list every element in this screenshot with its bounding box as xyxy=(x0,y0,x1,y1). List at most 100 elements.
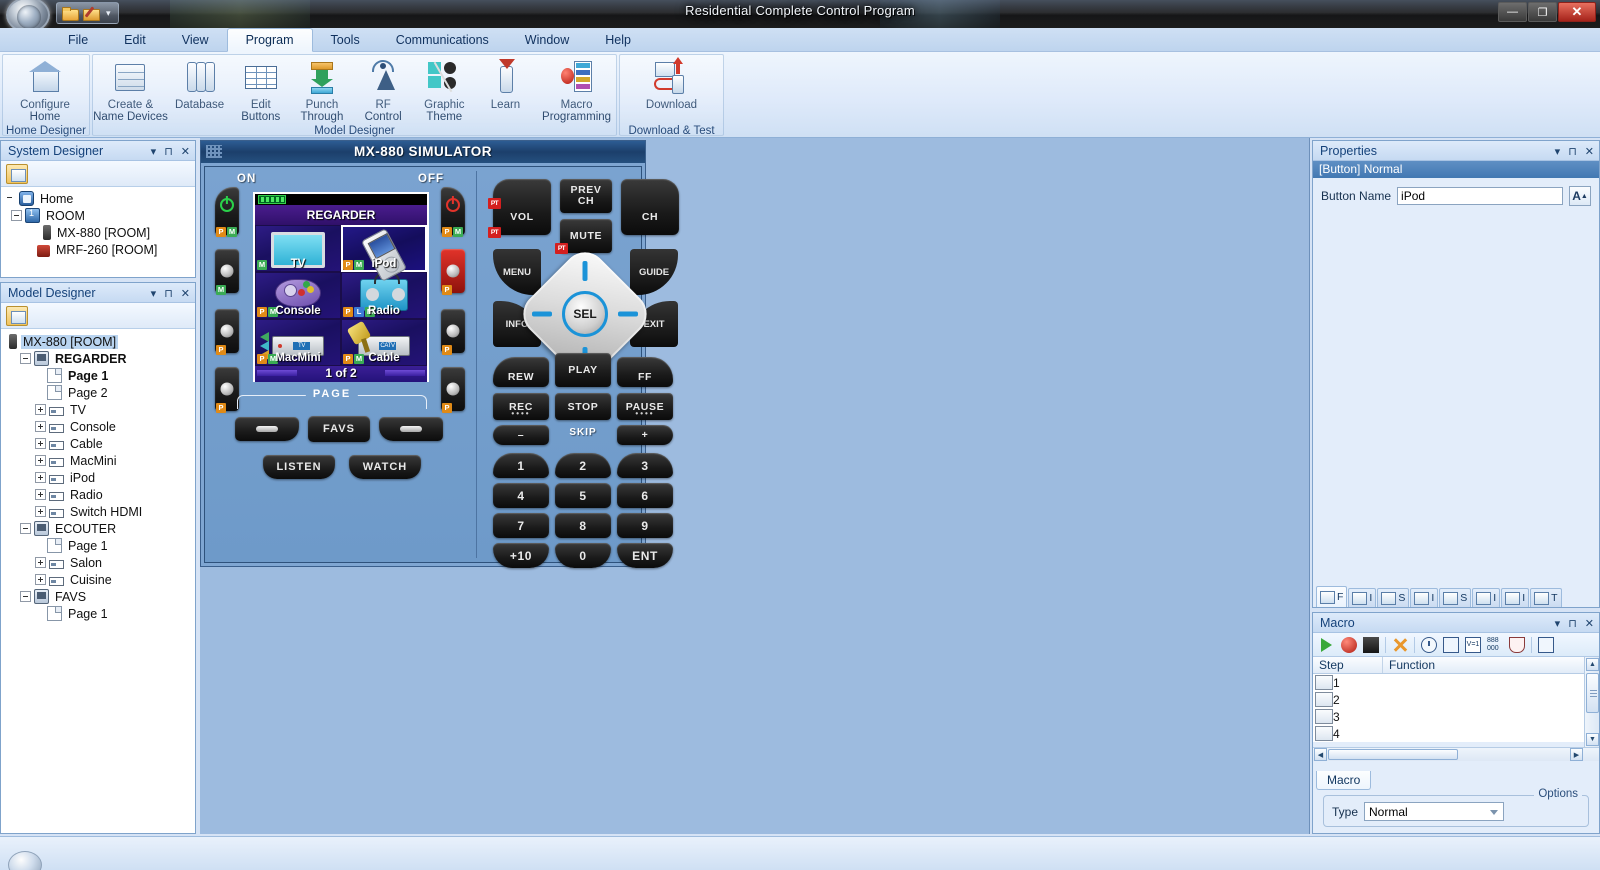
edit-buttons-button[interactable]: Edit Buttons xyxy=(230,54,291,123)
expand-toggle[interactable] xyxy=(35,421,46,432)
scroll-thumb[interactable] xyxy=(1586,673,1599,713)
tree-item[interactable]: Salon xyxy=(5,554,195,571)
learn-button[interactable]: Learn xyxy=(475,54,536,111)
expand-toggle[interactable] xyxy=(35,472,46,483)
lcd-button-cable[interactable]: CATV P M Cable xyxy=(341,319,427,366)
close-icon[interactable]: ✕ xyxy=(181,287,190,300)
expand-toggle[interactable] xyxy=(35,438,46,449)
play-button[interactable]: PLAY xyxy=(555,353,611,387)
select-button[interactable]: SEL xyxy=(562,291,608,337)
expand-toggle[interactable] xyxy=(35,557,46,568)
panel-menu-icon[interactable]: ▾ xyxy=(151,287,157,300)
channel-rocker[interactable]: CH xyxy=(621,179,679,235)
lcd-button-console[interactable]: P M Console xyxy=(255,272,341,319)
create-name-devices-button[interactable]: Create & Name Devices xyxy=(92,54,169,123)
power-off-button[interactable]: PM xyxy=(441,187,465,237)
key-6[interactable]: 6 xyxy=(617,483,673,508)
properties-tab-rf[interactable]: I xyxy=(1410,588,1439,607)
macro-grid[interactable]: Step Function 1 2 3 4 ▲ ▼ xyxy=(1313,657,1599,747)
tree-item[interactable]: Console xyxy=(5,418,195,435)
tree-item[interactable]: Page 1 xyxy=(5,605,195,622)
properties-tab-image[interactable]: I xyxy=(1472,588,1501,607)
panel-menu-icon[interactable]: ▾ xyxy=(151,145,157,158)
favs-button[interactable]: FAVS xyxy=(308,416,370,442)
hourglass-icon[interactable] xyxy=(1538,636,1554,653)
database-button[interactable]: Database xyxy=(169,54,230,111)
power-on-button[interactable]: PM xyxy=(215,187,239,237)
expand-toggle[interactable] xyxy=(35,489,46,500)
expand-toggle[interactable] xyxy=(35,455,46,466)
pin-icon[interactable]: ⊓ xyxy=(1568,617,1577,630)
window-controls[interactable]: — ❐ ✕ xyxy=(1498,2,1596,22)
button-name-input[interactable] xyxy=(1397,187,1563,205)
scroll-right-arrow[interactable]: ▶ xyxy=(1570,748,1583,761)
lcd-button-ipod[interactable]: P MiPod xyxy=(341,225,427,282)
tree-item[interactable]: iPod xyxy=(5,469,195,486)
key-0[interactable]: 0 xyxy=(555,543,611,568)
key-1[interactable]: 1 xyxy=(493,453,549,478)
tree-item-home[interactable]: Home xyxy=(5,190,195,207)
pin-icon[interactable]: ⊓ xyxy=(164,145,173,158)
macro-row-list[interactable]: 1 2 3 4 xyxy=(1313,674,1599,742)
expand-toggle[interactable] xyxy=(35,574,46,585)
macro-vertical-scrollbar[interactable]: ▲ ▼ xyxy=(1584,657,1599,747)
key-ENT[interactable]: ENT xyxy=(617,543,673,568)
lcd-screen[interactable]: REGARDER M TV P MiPod P M Console P L M Radio TV P M M… xyxy=(253,192,429,382)
tree-item-mx880[interactable]: MX-880 [ROOM] xyxy=(5,224,195,241)
volume-rocker[interactable]: VOL xyxy=(493,179,551,235)
download-button[interactable]: Download xyxy=(627,54,717,111)
close-icon[interactable]: ✕ xyxy=(181,145,190,158)
macro-programming-button[interactable]: Macro Programming xyxy=(536,54,617,123)
close-button[interactable]: ✕ xyxy=(1558,2,1596,22)
menu-view[interactable]: View xyxy=(164,28,227,52)
key-3[interactable]: 3 xyxy=(617,453,673,478)
system-designer-tree[interactable]: Home ROOM MX-880 [ROOM] MRF-260 [ROOM] xyxy=(1,187,195,277)
menu-edit[interactable]: Edit xyxy=(106,28,164,52)
hscroll-thumb[interactable] xyxy=(1328,749,1458,760)
key-7[interactable]: 7 xyxy=(493,513,549,538)
properties-tab-row[interactable]: FISISIIT xyxy=(1313,585,1562,607)
key-plus10[interactable]: +10 xyxy=(493,543,549,568)
watch-button[interactable]: WATCH xyxy=(349,455,421,479)
punch-through-button[interactable]: Punch Through xyxy=(291,54,352,123)
numbers-icon[interactable]: 888 000 xyxy=(1487,637,1503,653)
ff-button[interactable]: FF xyxy=(617,357,673,387)
delay-icon[interactable] xyxy=(1421,636,1437,653)
expand-toggle[interactable] xyxy=(20,591,31,602)
font-button[interactable]: A ▲ xyxy=(1569,186,1591,206)
pause-button[interactable]: PAUSE •••• xyxy=(617,393,673,420)
macro-row[interactable]: 3 xyxy=(1313,708,1599,725)
tree-item[interactable]: Page 1 xyxy=(5,367,195,384)
model-designer-tree[interactable]: MX-880 [ROOM] REGARDER Page 1 Page 2 TV Conso… xyxy=(1,329,195,833)
skip-back-button[interactable]: – xyxy=(493,425,549,445)
tree-item[interactable]: ECOUTER xyxy=(5,520,195,537)
right-hard-button-3[interactable]: P xyxy=(441,309,465,355)
properties-tab-sound[interactable]: S xyxy=(1377,588,1410,607)
key-9[interactable]: 9 xyxy=(617,513,673,538)
record-icon[interactable] xyxy=(1341,636,1357,653)
stop-icon[interactable] xyxy=(1363,636,1379,653)
scroll-down-arrow[interactable]: ▼ xyxy=(1586,733,1599,746)
tree-item[interactable]: Cuisine xyxy=(5,571,195,588)
rec-button[interactable]: REC •••• xyxy=(493,393,549,420)
tree-item[interactable]: FAVS xyxy=(5,588,195,605)
add-system-icon[interactable] xyxy=(6,163,28,184)
play-icon[interactable] xyxy=(1319,637,1335,653)
macro-row[interactable]: 2 xyxy=(1313,691,1599,708)
test-icon[interactable] xyxy=(1509,636,1525,653)
key-4[interactable]: 4 xyxy=(493,483,549,508)
key-2[interactable]: 2 xyxy=(555,453,611,478)
expand-toggle[interactable] xyxy=(20,353,31,364)
menu-file[interactable]: File xyxy=(50,28,106,52)
configure-home-button[interactable]: Configure Home xyxy=(2,54,88,123)
right-hard-button-4[interactable]: P xyxy=(441,367,465,413)
page-next-button[interactable] xyxy=(379,417,443,441)
panel-menu-icon[interactable]: ▾ xyxy=(1555,617,1561,630)
add-model-icon[interactable] xyxy=(6,305,28,326)
properties-tab-button-face[interactable]: F xyxy=(1316,586,1348,607)
graphic-theme-button[interactable]: Graphic Theme xyxy=(414,54,475,123)
properties-tab-keypad[interactable]: I xyxy=(1348,588,1377,607)
type-select[interactable]: Normal xyxy=(1364,802,1505,821)
menu-help[interactable]: Help xyxy=(587,28,649,52)
v1-icon[interactable]: V=1 xyxy=(1465,636,1481,653)
